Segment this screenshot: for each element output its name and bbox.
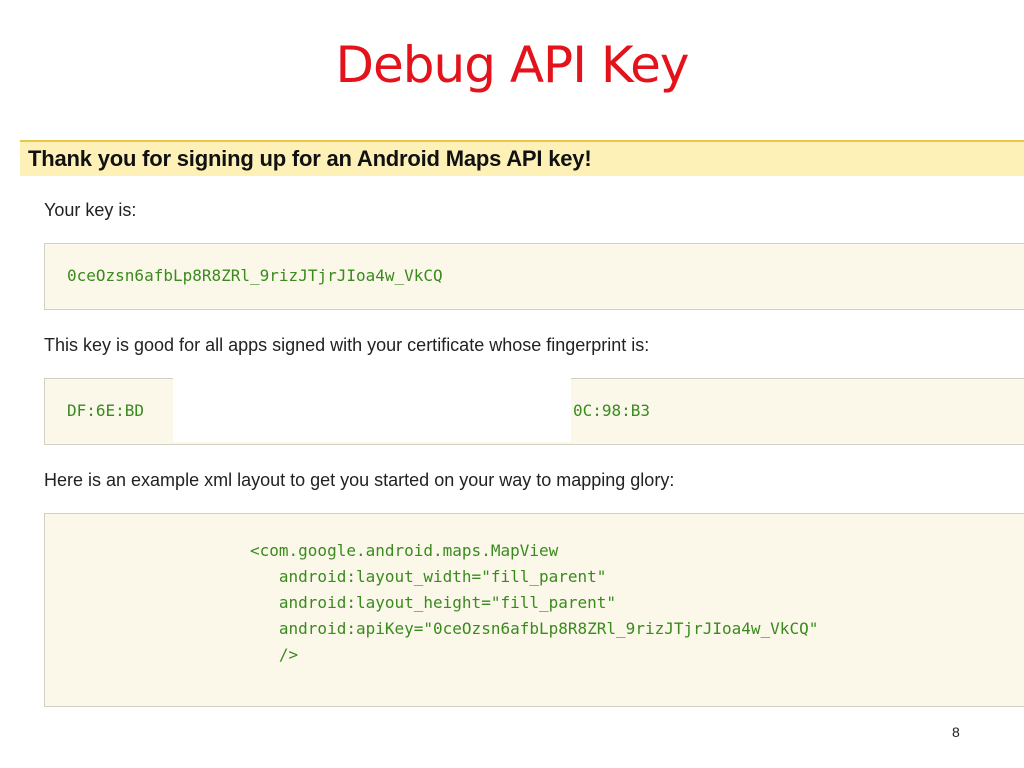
code-line: android:layout_width="fill_parent": [250, 567, 607, 586]
code-line: />: [250, 645, 299, 664]
key-box[interactable]: 0ceOzsn6afbLp8R8ZRl_9rizJTjrJIoa4w_VkCQ: [44, 243, 1024, 310]
fingerprint-box[interactable]: DF:6E:BD 0C:98:B3: [44, 378, 1024, 445]
fingerprint-redaction: [173, 378, 571, 442]
code-line: android:layout_height="fill_parent": [250, 593, 617, 612]
code-line: android:apiKey="0ceOzsn6afbLp8R8ZRl_9riz…: [250, 619, 819, 638]
api-key-value[interactable]: 0ceOzsn6afbLp8R8ZRl_9rizJTjrJIoa4w_VkCQ: [67, 266, 443, 285]
fingerprint-start[interactable]: DF:6E:BD: [67, 401, 144, 420]
key-label: Your key is:: [44, 200, 137, 220]
fingerprint-label: This key is good for all apps signed wit…: [44, 335, 650, 355]
confirmation-banner: Thank you for signing up for an Android …: [20, 140, 1024, 176]
fingerprint-end[interactable]: 0C:98:B3: [573, 401, 650, 420]
api-key-screenshot: Thank you for signing up for an Android …: [20, 140, 1024, 720]
xml-example-box[interactable]: <com.google.android.maps.MapView android…: [44, 513, 1024, 707]
code-line: <com.google.android.maps.MapView: [250, 541, 559, 560]
example-label: Here is an example xml layout to get you…: [44, 470, 675, 490]
xml-example-code[interactable]: <com.google.android.maps.MapView android…: [250, 538, 818, 668]
slide-title: Debug API Key: [335, 36, 690, 94]
page-number: 8: [952, 724, 960, 740]
confirmation-heading: Thank you for signing up for an Android …: [28, 146, 592, 171]
